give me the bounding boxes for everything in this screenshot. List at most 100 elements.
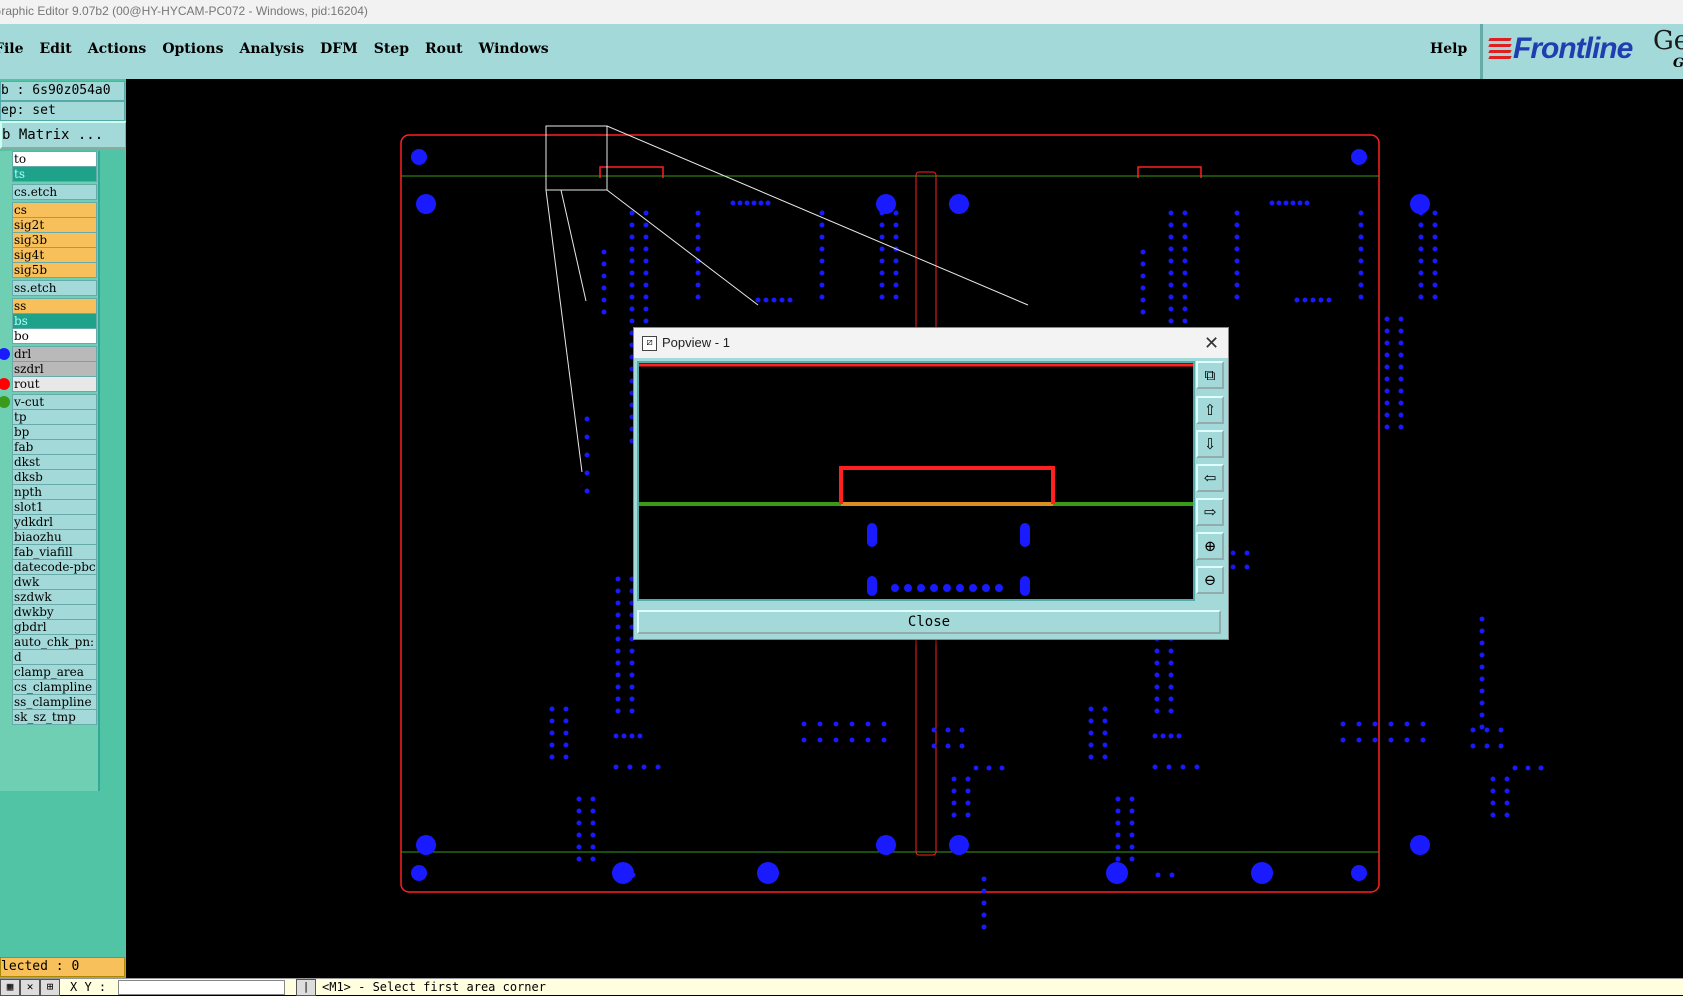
layer-bp[interactable]: bp [12, 424, 97, 440]
cross-icon[interactable]: ✕ [20, 979, 40, 996]
layer-dksb[interactable]: dksb [12, 469, 97, 485]
layer-d[interactable]: d [12, 649, 97, 665]
drill-dot [893, 222, 899, 228]
layer-slot1[interactable]: slot1 [12, 499, 97, 515]
layer-ss[interactable]: ss [12, 298, 97, 314]
popview-canvas[interactable] [637, 361, 1195, 601]
drill-dot [1140, 261, 1146, 267]
menu-help[interactable]: Help [1430, 41, 1467, 57]
drill-dot [1358, 270, 1364, 276]
zoom-fit-icon[interactable]: ⧉ [1196, 361, 1224, 389]
layer-v-cut[interactable]: v-cut [12, 394, 97, 410]
layer-clamp-area[interactable]: clamp_area [12, 664, 97, 680]
zoom-out-icon[interactable]: ⊖ [1196, 566, 1224, 594]
popview-close-button[interactable]: Close [637, 610, 1221, 634]
fiducial-hole [757, 862, 779, 884]
layer-drl[interactable]: drl [12, 346, 97, 362]
pan-left-icon[interactable]: ⇦ [1196, 464, 1224, 492]
layer-sk-sz-tmp[interactable]: sk_sz_tmp [12, 709, 97, 725]
pointer-icon[interactable]: | [296, 979, 316, 996]
menu-analysis[interactable]: Analysis [239, 41, 304, 61]
zoom-in-icon[interactable]: ⊕ [1196, 532, 1224, 560]
menu-actions[interactable]: Actions [88, 41, 147, 61]
pan-up-icon[interactable]: ⇧ [1196, 396, 1224, 424]
drill-dot [1154, 672, 1160, 678]
layer-ydkdrl[interactable]: ydkdrl [12, 514, 97, 530]
drill-dot [549, 730, 555, 736]
menu-windows[interactable]: Windows [479, 41, 549, 61]
grid-icon[interactable]: ⊞ [40, 979, 60, 996]
drill-dot [1372, 721, 1378, 727]
pan-right-icon[interactable]: ⇨ [1196, 498, 1224, 526]
drill-dot [1525, 765, 1531, 771]
layer-cs[interactable]: cs [12, 202, 97, 218]
menu-options[interactable]: Options [162, 41, 223, 61]
drill-dot [1115, 856, 1121, 862]
layer-npth[interactable]: npth [12, 484, 97, 500]
layer-dkst[interactable]: dkst [12, 454, 97, 470]
layer-sig5b[interactable]: sig5b [12, 262, 97, 278]
drill-dot [904, 584, 912, 592]
drill-dot [1180, 764, 1186, 770]
drill-dot [930, 584, 938, 592]
snap-icon[interactable]: ▦ [0, 979, 20, 996]
layer-cs-etch[interactable]: cs.etch [12, 184, 97, 200]
menu-dfm[interactable]: DFM [320, 41, 358, 61]
layer-sig2t[interactable]: sig2t [12, 217, 97, 233]
layer-szdrl[interactable]: szdrl [12, 361, 97, 377]
layer-cs-clampline[interactable]: cs_clampline [12, 679, 97, 695]
fiducial-hole [411, 149, 427, 165]
menu-step[interactable]: Step [374, 41, 409, 61]
frontline-brand: Frontline Ger Gr [1480, 24, 1683, 79]
drill-dot [1490, 800, 1496, 806]
drill-dot [801, 721, 807, 727]
matrix-button[interactable]: b Matrix ... [0, 121, 127, 149]
xy-input[interactable] [118, 980, 285, 995]
drill-dot [629, 210, 635, 216]
layer-datecode-pbc[interactable]: datecode-pbc [12, 559, 97, 575]
pan-down-icon[interactable]: ⇩ [1196, 430, 1224, 458]
layer-fab-viafill[interactable]: fab_viafill [12, 544, 97, 560]
layer-ss-etch[interactable]: ss.etch [12, 280, 97, 296]
menu-file[interactable]: File [0, 41, 23, 61]
drill-dot [893, 270, 899, 276]
layer-dwkby[interactable]: dwkby [12, 604, 97, 620]
layer-sig4t[interactable]: sig4t [12, 247, 97, 263]
layer-fab[interactable]: fab [12, 439, 97, 455]
layer-bs[interactable]: bs [12, 313, 97, 329]
drill-dot [590, 844, 596, 850]
menu-rout[interactable]: Rout [425, 41, 463, 61]
layer-ts[interactable]: ts [12, 166, 97, 182]
drill-dot [965, 776, 971, 782]
drill-dot [1432, 282, 1438, 288]
drill-dot [601, 261, 607, 267]
drill-dot [730, 200, 736, 206]
layer-to[interactable]: to [12, 151, 97, 167]
drill-dot [1102, 730, 1108, 736]
drill-dot [879, 282, 885, 288]
drill-dot [931, 727, 937, 733]
menu-edit[interactable]: Edit [39, 41, 71, 61]
layer-ss-clampline[interactable]: ss_clampline [12, 694, 97, 710]
popview-zoom-view[interactable] [639, 363, 1193, 599]
layer-gbdrl[interactable]: gbdrl [12, 619, 97, 635]
drill-dot [956, 584, 964, 592]
close-icon[interactable]: ✕ [1204, 328, 1219, 358]
drill-dot [1152, 733, 1158, 739]
drill-dot [1283, 200, 1289, 206]
drill-dot [1470, 743, 1476, 749]
drill-dot [1418, 294, 1424, 300]
drill-dot [590, 796, 596, 802]
layer-rout[interactable]: rout [12, 376, 97, 392]
drill-dot [1154, 696, 1160, 702]
rout-bracket [839, 466, 1055, 504]
drill-dot [1234, 258, 1240, 264]
layer-sig3b[interactable]: sig3b [12, 232, 97, 248]
layer-dwk[interactable]: dwk [12, 574, 97, 590]
layer-bo[interactable]: bo [12, 328, 97, 344]
layer-biaozhu[interactable]: biaozhu [12, 529, 97, 545]
popview-window: ⧄ Popview - 1 ✕ ⧉ ⇧ ⇩ ⇦ ⇨ ⊕ ⊖ Close [633, 327, 1229, 640]
layer-tp[interactable]: tp [12, 409, 97, 425]
layer-auto-chk-pn-[interactable]: auto_chk_pn: [12, 634, 97, 650]
layer-szdwk[interactable]: szdwk [12, 589, 97, 605]
